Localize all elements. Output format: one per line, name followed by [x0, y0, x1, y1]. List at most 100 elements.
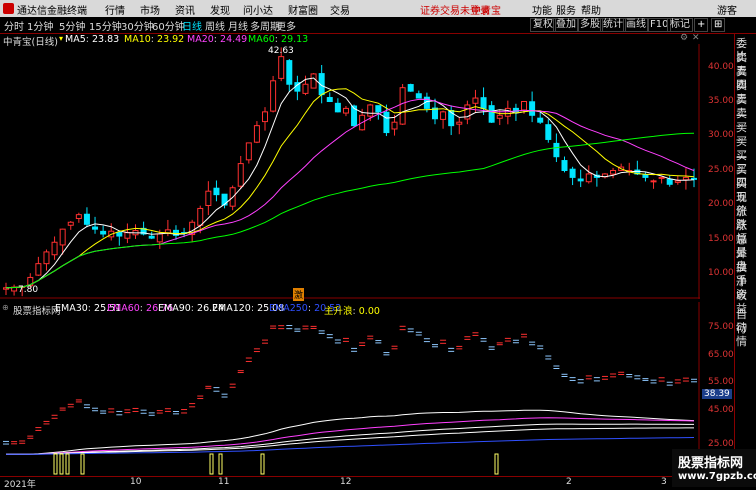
candle-body: [310, 73, 317, 89]
sub-tick: 55.00: [708, 377, 734, 387]
menu-market[interactable]: 行情: [105, 2, 125, 17]
candle-body: [496, 114, 503, 119]
menu-guest[interactable]: 游客: [717, 2, 737, 17]
date-tick: 10: [130, 477, 142, 487]
indicator-chart[interactable]: [0, 302, 700, 476]
candle-body: [124, 232, 131, 239]
signal-bar: [80, 453, 85, 475]
ma-line-ma20: [5, 98, 695, 289]
candle-body: [286, 60, 293, 85]
period-tick[interactable]: 分时: [3, 18, 25, 33]
candle-body: [270, 80, 277, 112]
price-tick: 10.00: [708, 268, 734, 278]
side-quote[interactable]: 行情: [736, 322, 756, 348]
app-logo-icon: [3, 3, 14, 14]
price-tick: 40.00: [708, 62, 734, 72]
candle-body: [666, 178, 673, 185]
menu-wealth[interactable]: 财富圈: [288, 2, 318, 17]
candle-body: [302, 83, 309, 94]
signal-bar: [53, 453, 58, 475]
price-tick: 35.00: [708, 96, 734, 106]
candle-body: [237, 163, 244, 187]
candle-body: [100, 230, 107, 235]
menu-function[interactable]: 功能: [532, 2, 552, 17]
menu-discover[interactable]: 发现: [210, 2, 230, 17]
signal-bar: [494, 453, 499, 475]
candle-body: [383, 111, 390, 134]
candle-body: [326, 97, 333, 103]
signal-bar: [59, 453, 64, 475]
tool-overlay[interactable]: 叠加: [553, 18, 579, 32]
sub-tick: 45.00: [708, 405, 734, 415]
settings-icon[interactable]: ⚙: [680, 33, 688, 43]
candle-body: [658, 176, 665, 179]
ema-line-30: [6, 409, 695, 455]
period-15min[interactable]: 15分钟: [88, 18, 123, 33]
period-1min[interactable]: 1分钟: [26, 18, 54, 33]
candle-body: [67, 221, 74, 226]
candle-body: [456, 121, 463, 125]
date-tick: 2021年: [4, 480, 36, 490]
signal-bar: [260, 453, 265, 475]
ma-line-ma10: [5, 88, 695, 289]
candle-body: [545, 124, 552, 140]
period-30min[interactable]: 30分钟: [120, 18, 155, 33]
period-monthly[interactable]: 月线: [227, 18, 249, 33]
menu-market-overview[interactable]: 市场: [140, 2, 160, 17]
price-tick: 15.00: [708, 234, 734, 244]
candle-body: [440, 111, 447, 120]
candle-body: [148, 235, 155, 239]
quote-side-panel: 委比 卖五 卖四 卖三 卖二 卖一 买一 买二 买三 买四 买五 现价 涨跌 涨…: [734, 34, 756, 487]
signal-bar: [218, 453, 223, 475]
sub-tick: 65.00: [708, 350, 734, 360]
period-5min[interactable]: 5分钟: [58, 18, 86, 33]
candle-body: [521, 101, 528, 111]
period-more[interactable]: 更多: [275, 18, 297, 33]
candle-body: [472, 97, 479, 104]
indicator-dashes: [3, 325, 697, 445]
sub-current-value: 38.39: [702, 389, 732, 399]
candle-body: [569, 168, 576, 178]
candlesticks: [3, 47, 697, 297]
candle-body: [43, 251, 50, 265]
menu-trade[interactable]: 交易: [330, 2, 350, 17]
site-watermark: 股票指标网 www.7gpzb.com: [672, 449, 756, 487]
candle-body: [399, 87, 406, 125]
expand-arrow-icon[interactable]: ▾: [59, 34, 63, 43]
candle-body: [415, 93, 422, 99]
menu-help[interactable]: 帮助: [581, 2, 601, 17]
tool-draw[interactable]: 画线: [623, 18, 649, 32]
candle-body: [367, 104, 374, 117]
price-chart[interactable]: [0, 44, 700, 299]
date-axis: 2021年 10 11 12 2 3: [0, 476, 700, 490]
menu-service[interactable]: 服务: [556, 2, 576, 17]
indicator-signal-bars: [53, 453, 499, 475]
candle-body: [674, 180, 681, 183]
date-tick: 12: [340, 477, 352, 487]
candle-body: [197, 207, 204, 226]
period-daily[interactable]: 日线: [181, 18, 203, 33]
candle-body: [537, 117, 544, 123]
sub-tick: 25.00: [708, 439, 734, 449]
tool-mark[interactable]: 标记: [667, 18, 693, 32]
candle-body: [35, 263, 42, 276]
menu-news[interactable]: 资讯: [175, 2, 195, 17]
candle-body: [205, 190, 212, 206]
close-icon[interactable]: ✕: [692, 33, 700, 43]
moving-average-lines: [5, 77, 695, 289]
candle-body: [51, 241, 58, 256]
candle-body: [480, 97, 487, 109]
candle-body: [691, 177, 697, 180]
candle-body: [682, 176, 689, 181]
candle-body: [650, 180, 657, 183]
candle-body: [504, 107, 511, 117]
signal-bar: [209, 453, 214, 475]
candle-body: [642, 174, 649, 178]
signal-bar: [65, 453, 70, 475]
period-weekly[interactable]: 周线: [204, 18, 226, 33]
menu-ask[interactable]: 问小达: [243, 2, 273, 17]
candle-body: [610, 170, 617, 175]
candle-body: [59, 228, 66, 246]
tool-expand-icon[interactable]: ⊞: [711, 18, 726, 32]
tool-plus-icon[interactable]: +: [694, 18, 709, 32]
